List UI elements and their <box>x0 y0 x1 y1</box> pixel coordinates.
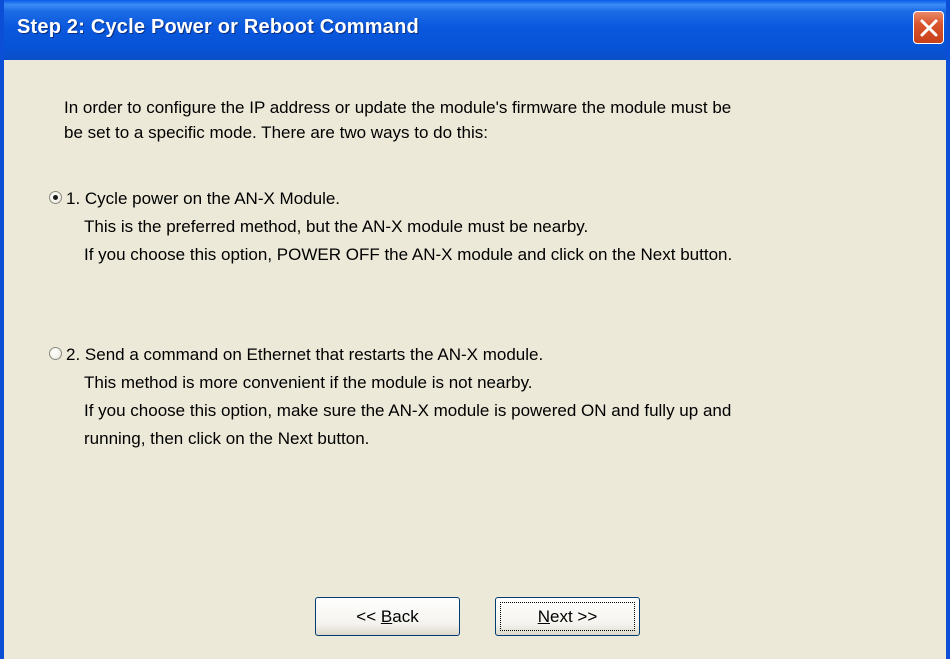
window-title: Step 2: Cycle Power or Reboot Command <box>17 16 419 38</box>
next-button-label: Next >> <box>538 607 598 626</box>
option-reboot-command-text[interactable]: 2. Send a command on Ethernet that resta… <box>66 341 731 453</box>
next-rest: ext >> <box>550 607 598 626</box>
next-mnemonic: N <box>537 607 550 626</box>
next-button[interactable]: Next >> <box>495 597 640 636</box>
back-mnemonic: B <box>380 607 393 626</box>
option-2-heading[interactable]: 2. Send a command on Ethernet that resta… <box>66 341 731 369</box>
dialog-content: In order to configure the IP address or … <box>4 60 946 659</box>
option-1-heading[interactable]: 1. Cycle power on the AN-X Module. <box>66 185 732 213</box>
intro-line-1: In order to configure the IP address or … <box>64 98 732 117</box>
radio-selected-dot <box>53 195 58 200</box>
back-prefix: << <box>356 607 381 626</box>
back-button-label: << Back <box>356 607 418 626</box>
dialog-window: Step 2: Cycle Power or Reboot Command In… <box>0 0 950 659</box>
option-cycle-power-text[interactable]: 1. Cycle power on the AN-X Module. This … <box>66 185 732 269</box>
option-1-instruction: If you choose this option, POWER OFF the… <box>84 245 733 264</box>
option-2-instruction-cont: running, then click on the Next button. <box>84 429 370 448</box>
back-rest: ack <box>392 607 419 626</box>
close-button[interactable] <box>913 11 944 44</box>
option-1-description: This is the preferred method, but the AN… <box>84 217 589 236</box>
title-bar[interactable]: Step 2: Cycle Power or Reboot Command <box>4 0 946 60</box>
close-icon <box>920 19 938 37</box>
radio-reboot-command[interactable] <box>49 347 62 360</box>
back-button[interactable]: << Back <box>315 597 460 636</box>
option-2-instruction: If you choose this option, make sure the… <box>84 401 732 420</box>
intro-text: In order to configure the IP address or … <box>64 95 924 145</box>
radio-cycle-power[interactable] <box>49 191 62 204</box>
intro-line-2: be set to a specific mode. There are two… <box>64 123 488 142</box>
option-2-description: This method is more convenient if the mo… <box>84 373 533 392</box>
